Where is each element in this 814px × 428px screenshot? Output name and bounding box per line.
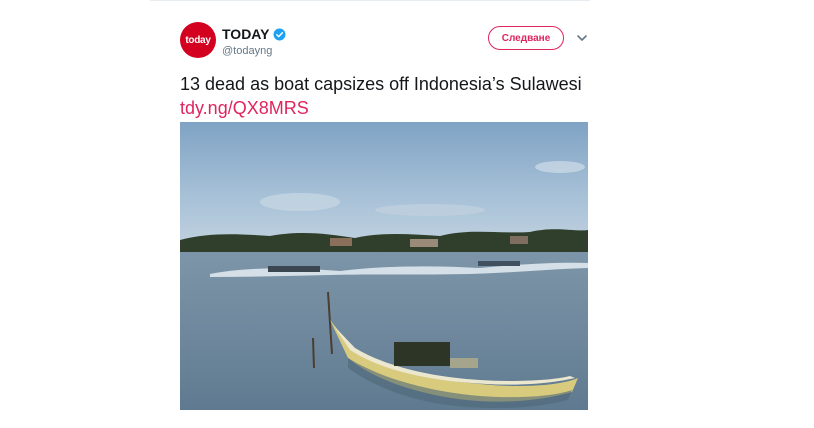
photo-boat-on-water — [180, 122, 588, 410]
top-divider — [150, 0, 590, 1]
tweet-text: 13 dead as boat capsizes off Indonesia’s… — [180, 72, 590, 120]
display-name[interactable]: TODAY — [222, 26, 269, 42]
account-handle[interactable]: @todayng — [222, 45, 272, 57]
tweet-photo[interactable] — [180, 122, 588, 410]
tweet-link[interactable]: tdy.ng/QX8MRS — [180, 98, 309, 118]
chevron-down-icon[interactable] — [576, 33, 588, 43]
avatar-logo-text: today — [185, 34, 211, 46]
account-name-row: TODAY — [222, 26, 286, 42]
avatar[interactable]: today — [180, 22, 216, 58]
tweet-text-body: 13 dead as boat capsizes off Indonesia’s… — [180, 74, 582, 94]
follow-button[interactable]: Следване — [488, 26, 564, 50]
tweet-card: today TODAY @todayng Следване 13 dead as… — [160, 12, 605, 428]
verified-badge-icon — [274, 28, 286, 40]
